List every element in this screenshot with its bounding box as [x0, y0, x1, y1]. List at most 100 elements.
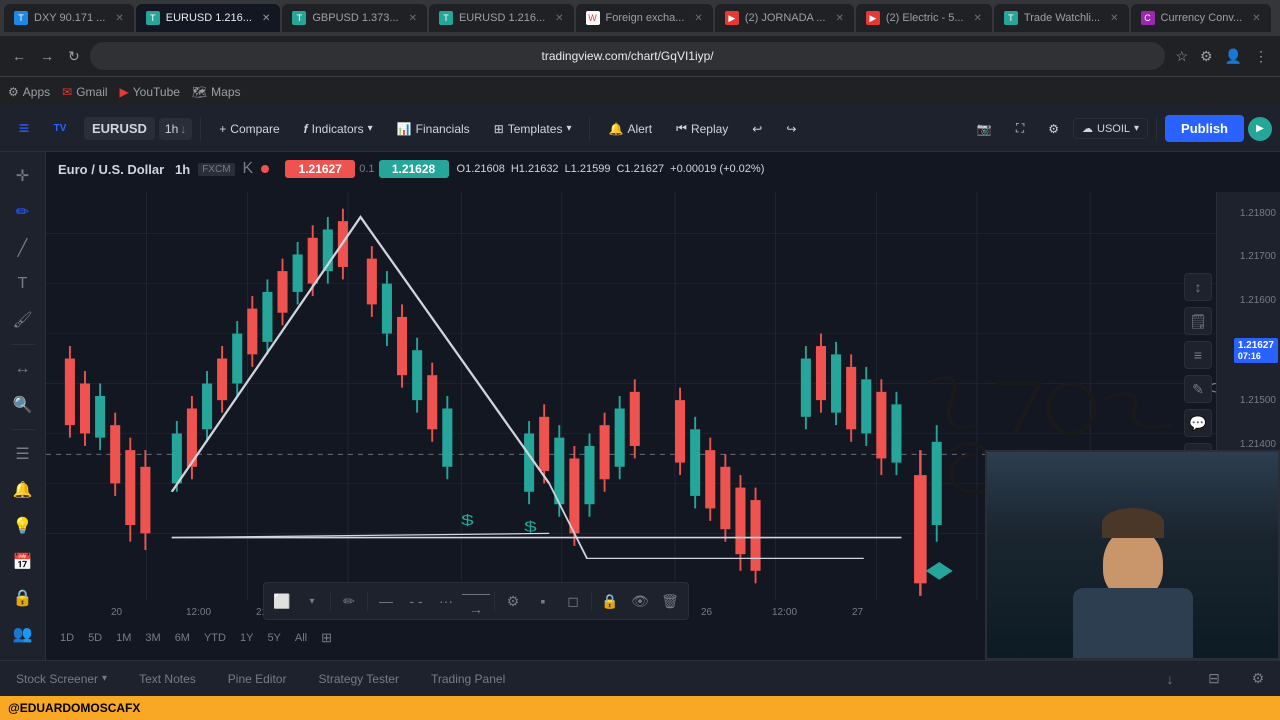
tab-close-dxy[interactable]: ✕ [115, 13, 123, 24]
tab-close-trade[interactable]: ✕ [1110, 13, 1118, 24]
rt-btn-1[interactable]: ↕ [1184, 273, 1212, 301]
templates-button[interactable]: ⊞ Templates ▾ [484, 118, 582, 140]
tab-close-eurusd2[interactable]: ✕ [555, 13, 563, 24]
replay-button[interactable]: ⏮ Replay [666, 117, 738, 140]
dt-line-style-4[interactable]: ——→ [462, 587, 490, 615]
tab-eurusd2[interactable]: T EURUSD 1.216... ✕ [429, 4, 574, 32]
dt-delete[interactable]: 🗑 [656, 587, 684, 615]
address-input[interactable] [90, 42, 1166, 70]
dt-border[interactable]: ◻ [559, 587, 587, 615]
tab-trade[interactable]: T Trade Watchli... ✕ [994, 4, 1129, 32]
tf-custom[interactable]: ⊞ [315, 628, 338, 648]
tf-6m[interactable]: 6M [169, 628, 196, 648]
tf-3m[interactable]: 3M [139, 628, 166, 648]
publish-button[interactable]: Publish [1165, 115, 1244, 142]
tab-electric[interactable]: ▶ (2) Electric - 5... ✕ [856, 4, 992, 32]
bp-pine-editor[interactable]: Pine Editor [220, 668, 295, 690]
tf-5y[interactable]: 5Y [261, 628, 286, 648]
tab-foreign[interactable]: W Foreign excha... ✕ [576, 4, 713, 32]
price-input-1[interactable] [285, 160, 355, 178]
bookmark-youtube[interactable]: ▶ YouTube [120, 85, 180, 99]
play-button[interactable]: ▶ [1248, 117, 1272, 141]
refresh-button[interactable]: ↻ [64, 44, 84, 69]
rt-btn-2[interactable]: 🗒 [1184, 307, 1212, 335]
dt-dropdown[interactable]: ▾ [298, 587, 326, 615]
tab-close-electric[interactable]: ✕ [974, 13, 982, 24]
bookmark-maps[interactable]: 🗺 Maps [192, 85, 241, 99]
tab-jornada[interactable]: ▶ (2) JORNADA ... ✕ [715, 4, 854, 32]
rt-btn-3[interactable]: ≡ [1184, 341, 1212, 369]
indicators-button[interactable]: f Indicators ▾ [294, 118, 383, 140]
redo-button[interactable]: ↪ [776, 118, 806, 140]
alert-button[interactable]: 🔔 Alert [598, 118, 662, 140]
fullscreen-button[interactable]: ⛶ [1006, 117, 1034, 140]
zoom-tool[interactable]: 🔍 [7, 389, 39, 421]
tab-eurusd[interactable]: T EURUSD 1.216... ✕ [136, 4, 281, 32]
dt-line-style-3[interactable]: ··· [432, 587, 460, 615]
financials-button[interactable]: 📊 Financials [387, 118, 480, 140]
new-tab-button[interactable]: + [1273, 5, 1280, 31]
bookmark-apps[interactable]: ⚙ Apps [8, 85, 50, 99]
back-button[interactable]: ← [8, 44, 30, 68]
tab-close-gbpusd[interactable]: ✕ [409, 13, 417, 24]
tab-close-foreign[interactable]: ✕ [694, 13, 702, 24]
dt-pencil[interactable]: ✏ [335, 587, 363, 615]
undo-button[interactable]: ↩ [742, 118, 772, 140]
tab-gbpusd[interactable]: T GBPUSD 1.373... ✕ [282, 4, 427, 32]
alerts-panel-button[interactable]: 🔔 [7, 474, 39, 506]
crosshair-tool[interactable]: ✛ [7, 160, 39, 192]
panel-settings[interactable]: ⚙ [1244, 665, 1272, 693]
symbol-selector[interactable]: EURUSD [84, 117, 155, 140]
menu-toggle-button[interactable]: ≡ [8, 113, 40, 145]
dt-line-style-2[interactable]: - - [402, 587, 430, 615]
tf-1m[interactable]: 1M [110, 628, 137, 648]
rt-btn-4[interactable]: ✎ [1184, 375, 1212, 403]
trend-line-tool[interactable]: ╱ [7, 232, 39, 264]
bp-stock-screener[interactable]: Stock Screener ▾ [8, 668, 115, 690]
community-button[interactable]: 👥 [7, 618, 39, 650]
tab-close-jornada[interactable]: ✕ [836, 13, 844, 24]
tf-ytd[interactable]: YTD [198, 628, 232, 648]
timeframe-selector[interactable]: 1h ↓ [159, 118, 192, 140]
settings-button[interactable]: ⚙ [1038, 118, 1069, 140]
text-tool[interactable]: T [7, 268, 39, 300]
lock-button[interactable]: 🔒 [7, 582, 39, 614]
forward-button[interactable]: → [36, 44, 58, 68]
tab-close-currency[interactable]: ✕ [1252, 13, 1260, 24]
ideas-button[interactable]: 💡 [7, 510, 39, 542]
profile-button[interactable]: 👤 [1221, 44, 1246, 69]
panel-tile[interactable]: ⊟ [1200, 665, 1228, 693]
dt-lock[interactable]: 🔒 [596, 587, 624, 615]
rt-btn-5[interactable]: 💬 [1184, 409, 1212, 437]
pencil-tool[interactable]: ✏ [7, 196, 39, 228]
bp-trading-panel[interactable]: Trading Panel [423, 668, 513, 690]
tf-1y[interactable]: 1Y [234, 628, 259, 648]
watchlist-button[interactable]: ☰ [7, 438, 39, 470]
measure-tool[interactable]: ↔ [7, 353, 39, 385]
price-input-2[interactable] [379, 160, 449, 178]
dt-line-style[interactable]: — [372, 587, 400, 615]
calendar-button[interactable]: 📅 [7, 546, 39, 578]
tf-all[interactable]: All [289, 628, 313, 648]
bookmark-button[interactable]: ☆ [1171, 44, 1192, 69]
tab-currency[interactable]: C Currency Conv... ✕ [1131, 4, 1271, 32]
tf-5d[interactable]: 5D [82, 628, 108, 648]
bp-strategy-tester[interactable]: Strategy Tester [310, 668, 406, 690]
dt-box-tool[interactable]: ⬜ [268, 587, 296, 615]
menu-button[interactable]: ⋮ [1250, 44, 1272, 69]
panel-minimize[interactable]: ↓ [1156, 665, 1184, 693]
tab-close-eurusd[interactable]: ✕ [262, 13, 270, 24]
bookmark-gmail[interactable]: ✉ Gmail [62, 85, 107, 99]
dt-eye[interactable]: 👁 [626, 587, 654, 615]
bp-text-notes[interactable]: Text Notes [131, 668, 204, 690]
dt-fill[interactable]: ▪ [529, 587, 557, 615]
tf-1d[interactable]: 1D [54, 628, 80, 648]
dt-settings[interactable]: ⚙ [499, 587, 527, 615]
extensions-button[interactable]: ⚙ [1196, 44, 1217, 69]
brush-tool[interactable]: 🖌 [7, 304, 39, 336]
tab-dxy[interactable]: T DXY 90.171 ... ✕ [4, 4, 134, 32]
compare-button[interactable]: + Compare [209, 118, 289, 140]
apps-icon: ⚙ [8, 85, 19, 99]
screenshot-button[interactable]: 📷 [967, 118, 1002, 140]
indicator-chip[interactable]: ☁ USOIL ▾ [1073, 118, 1148, 139]
